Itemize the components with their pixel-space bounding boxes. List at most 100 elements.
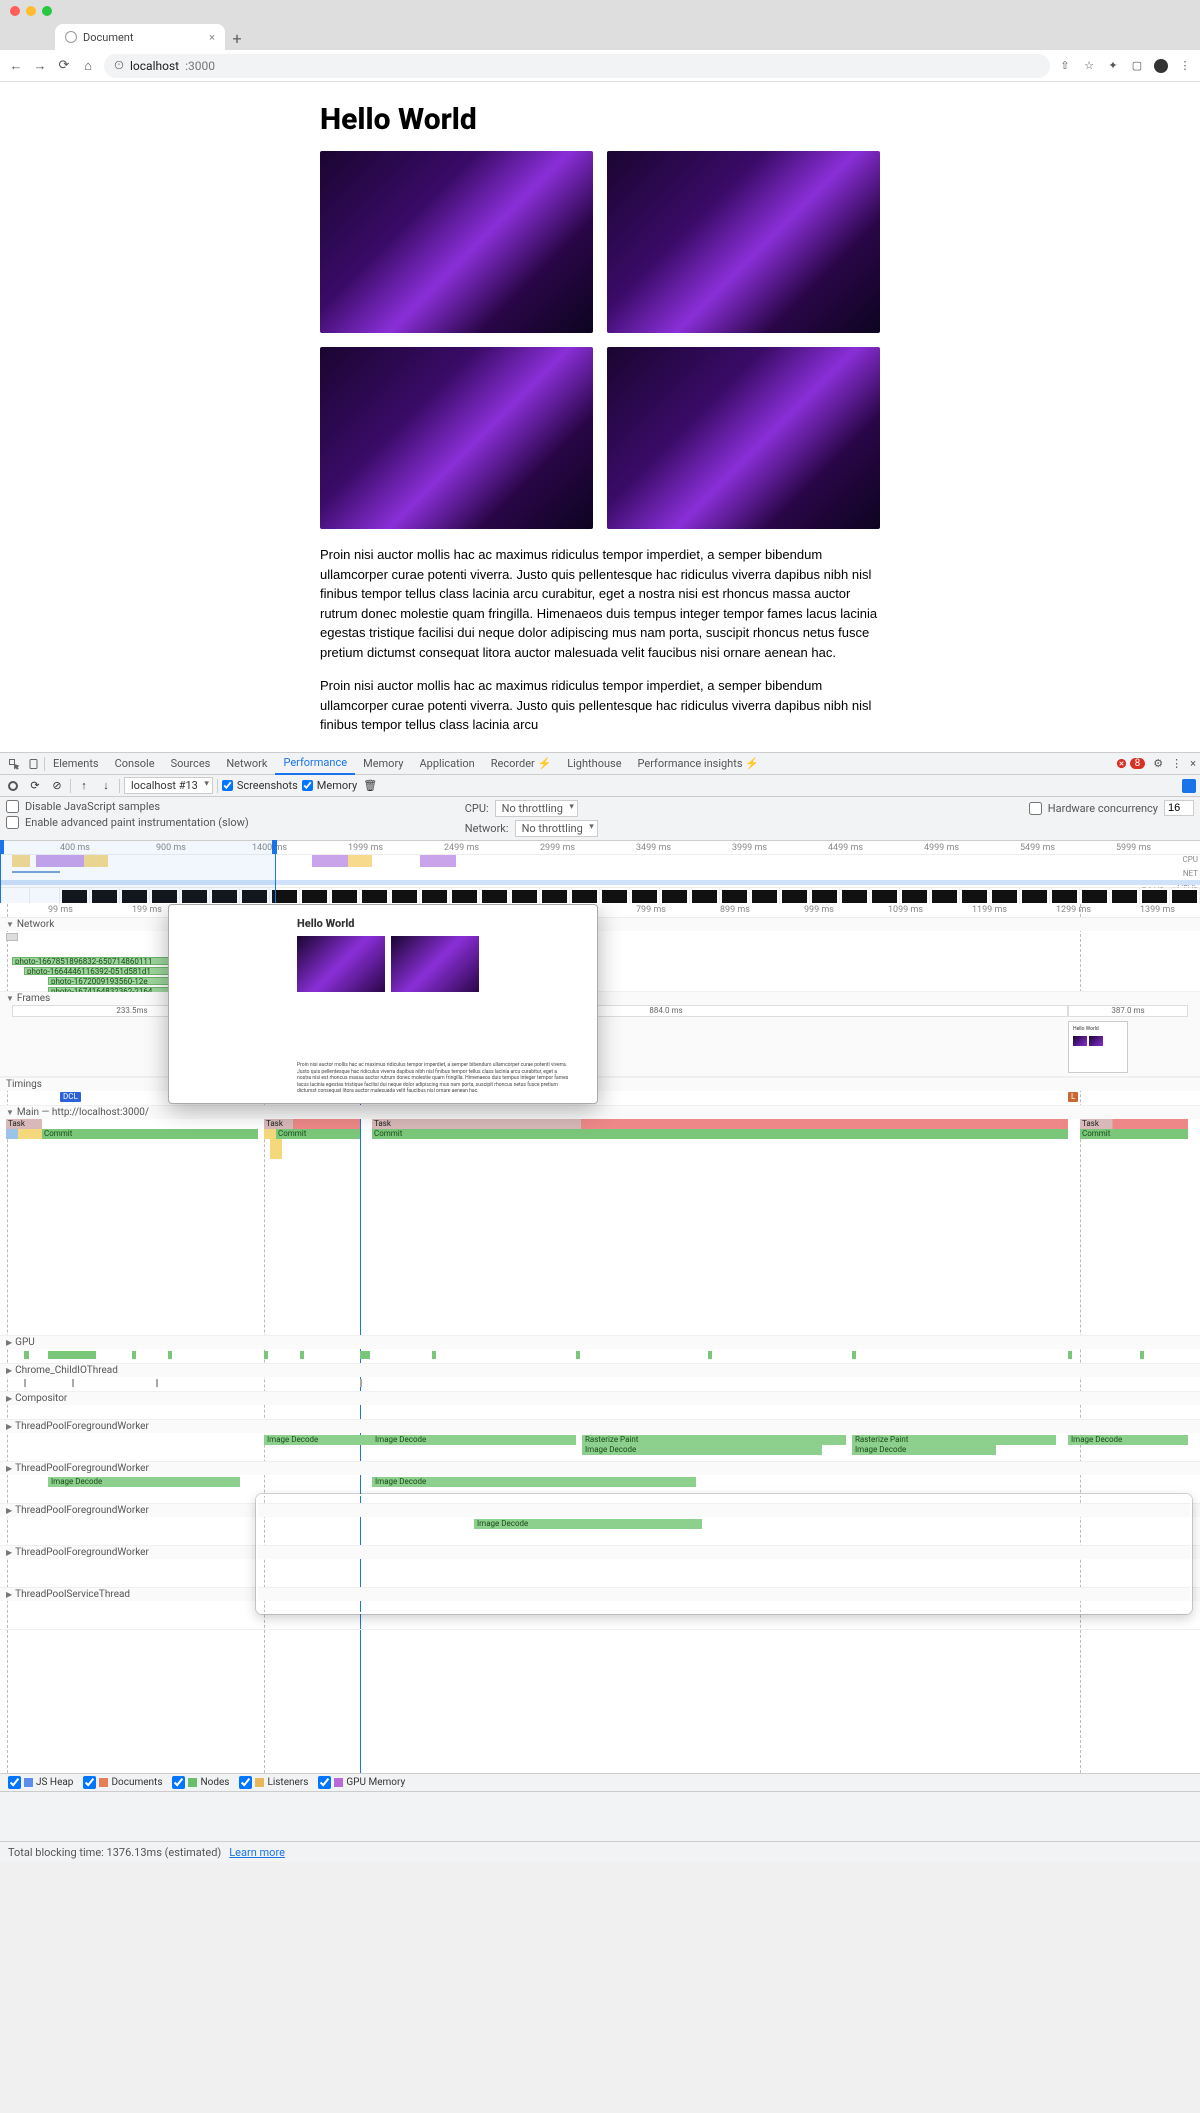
learn-more-link[interactable]: Learn more <box>229 1846 285 1859</box>
image-decode-span[interactable]: Image Decode <box>1068 1435 1188 1445</box>
track-main[interactable]: ▼Main — http://localhost:3000/ Task Comm… <box>0 1106 1200 1336</box>
minimize-window-icon[interactable] <box>26 6 36 16</box>
page-viewport[interactable]: Hello World Proin nisi auctor mollis hac… <box>0 82 1200 752</box>
hc-input[interactable] <box>1164 800 1194 816</box>
overview-selection[interactable] <box>0 841 276 903</box>
disclosure-triangle-icon[interactable]: ▶ <box>6 1548 12 1557</box>
tab-performance-insights[interactable]: Performance insights ⚡ <box>630 757 767 770</box>
save-profile-button[interactable]: ↓ <box>97 777 115 795</box>
tab-sources[interactable]: Sources <box>163 757 219 770</box>
capture-settings-icon[interactable] <box>1182 779 1196 793</box>
extensions-icon[interactable]: ✦ <box>1106 59 1120 73</box>
track-worker-svc[interactable]: ▶ThreadPoolServiceThread <box>0 1588 1200 1630</box>
track-worker-fg[interactable]: ▶ThreadPoolForegroundWorker Image Decode… <box>0 1420 1200 1462</box>
tab-recorder[interactable]: Recorder ⚡ <box>483 757 559 770</box>
timeline-overview[interactable]: 400 ms 900 ms 1400 ms 1999 ms 2499 ms 29… <box>0 841 1200 904</box>
disclosure-triangle-icon[interactable]: ▼ <box>6 920 14 929</box>
menu-icon[interactable]: ⋮ <box>1178 59 1192 73</box>
tab-performance[interactable]: Performance <box>275 753 355 775</box>
more-icon[interactable]: ⋮ <box>1171 757 1182 770</box>
settings-icon[interactable]: ⚙ <box>1153 757 1163 770</box>
browser-tab[interactable]: Document × <box>55 24 225 50</box>
close-devtools-icon[interactable]: × <box>1190 757 1196 770</box>
network-label: Network: <box>465 822 509 835</box>
reload-record-button[interactable]: ⟳ <box>26 777 44 795</box>
profile-avatar-icon[interactable] <box>1154 59 1168 73</box>
advanced-paint-checkbox[interactable]: Enable advanced paint instrumentation (s… <box>6 816 249 829</box>
selection-handle-left[interactable] <box>0 840 4 854</box>
window-titlebar <box>0 0 1200 22</box>
documents-checkbox[interactable]: Documents <box>79 1775 166 1790</box>
network-throttle-select[interactable]: No throttling <box>515 820 598 837</box>
image-decode-span[interactable]: Image Decode <box>264 1435 372 1445</box>
site-info-icon[interactable] <box>114 59 124 73</box>
image-decode-span[interactable]: Image Decode <box>48 1477 240 1487</box>
track-chrome-childio[interactable]: ▶Chrome_ChildIOThread <box>0 1364 1200 1392</box>
reload-button[interactable]: ⟳ <box>56 58 72 74</box>
image-decode-span[interactable]: Image Decode <box>372 1477 696 1487</box>
timing-load[interactable]: L <box>1068 1092 1078 1102</box>
disclosure-triangle-icon[interactable]: ▼ <box>6 1108 14 1117</box>
disclosure-triangle-icon[interactable]: ▶ <box>6 1394 12 1403</box>
rasterize-paint-span[interactable]: Rasterize Paint <box>582 1435 846 1445</box>
forward-button[interactable]: → <box>32 58 48 74</box>
frame-thumbnail[interactable]: Hello World <box>1068 1021 1128 1073</box>
image-decode-span[interactable]: Image Decode <box>582 1445 822 1455</box>
selection-handle-right[interactable] <box>272 840 277 854</box>
tab-application[interactable]: Application <box>411 757 482 770</box>
disclosure-triangle-icon[interactable]: ▶ <box>6 1422 12 1431</box>
tab-memory[interactable]: Memory <box>355 757 411 770</box>
disclosure-triangle-icon[interactable]: ▶ <box>6 1506 12 1515</box>
tab-elements[interactable]: Elements <box>45 757 107 770</box>
rasterize-paint-span[interactable]: Rasterize Paint <box>852 1435 1056 1445</box>
network-request[interactable]: photo-1664446116392-051d581d1 <box>24 967 192 975</box>
screenshots-checkbox[interactable]: Screenshots <box>222 779 298 792</box>
bookmark-icon[interactable]: ☆ <box>1082 59 1096 73</box>
cpu-throttle-select[interactable]: No throttling <box>495 800 578 817</box>
back-button[interactable]: ← <box>8 58 24 74</box>
disclosure-triangle-icon[interactable]: ▶ <box>6 1338 12 1347</box>
tab-network[interactable]: Network <box>218 757 275 770</box>
disable-js-samples-checkbox[interactable]: Disable JavaScript samples <box>6 800 249 813</box>
inspect-element-icon[interactable] <box>4 758 24 770</box>
image-decode-span[interactable]: Image Decode <box>852 1445 996 1455</box>
address-bar[interactable]: localhost:3000 <box>104 54 1050 78</box>
error-indicator[interactable]: 8 <box>1116 758 1146 769</box>
share-icon[interactable]: ⇧ <box>1058 59 1072 73</box>
listeners-checkbox[interactable]: Listeners <box>235 1775 312 1790</box>
gpumem-checkbox[interactable]: GPU Memory <box>314 1775 409 1790</box>
maximize-window-icon[interactable] <box>42 6 52 16</box>
network-request[interactable]: photo-1667851896832-650714860111 <box>12 957 180 965</box>
hardware-concurrency-field[interactable]: Hardware concurrency <box>1029 800 1194 816</box>
memory-checkbox[interactable]: Memory <box>302 779 357 792</box>
record-button[interactable] <box>4 777 22 795</box>
close-window-icon[interactable] <box>10 6 20 16</box>
device-toolbar-icon[interactable] <box>24 758 44 770</box>
disclosure-triangle-icon[interactable]: ▼ <box>6 994 14 1003</box>
disclosure-triangle-icon[interactable]: ▶ <box>6 1590 12 1599</box>
nodes-checkbox[interactable]: Nodes <box>168 1775 233 1790</box>
track-worker-fg[interactable]: ▶ThreadPoolForegroundWorker Image Decode… <box>0 1462 1200 1504</box>
clear-button[interactable]: ⊘ <box>48 777 66 795</box>
gc-button[interactable]: 🗑 <box>361 777 379 795</box>
frame-duration[interactable]: 387.0 ms <box>1068 1005 1188 1017</box>
track-compositor[interactable]: ▶Compositor <box>0 1392 1200 1420</box>
close-tab-icon[interactable]: × <box>209 31 215 44</box>
track-worker-fg[interactable]: ▶ThreadPoolForegroundWorker <box>0 1546 1200 1588</box>
track-gpu[interactable]: ▶GPU <box>0 1336 1200 1364</box>
flamechart[interactable]: 99 ms 199 ms 299 ms 399 ms 499 ms 599 ms… <box>0 904 1200 1774</box>
disclosure-triangle-icon[interactable]: ▶ <box>6 1464 12 1473</box>
new-tab-button[interactable]: + <box>225 26 249 50</box>
timing-dcl[interactable]: DCL <box>60 1092 81 1102</box>
disclosure-triangle-icon[interactable]: ▶ <box>6 1366 12 1375</box>
tab-lighthouse[interactable]: Lighthouse <box>559 757 629 770</box>
image-decode-span[interactable]: Image Decode <box>474 1519 702 1529</box>
profile-selector[interactable]: localhost #13 <box>124 777 213 794</box>
load-profile-button[interactable]: ↑ <box>75 777 93 795</box>
image-decode-span[interactable]: Image Decode <box>372 1435 576 1445</box>
tab-console[interactable]: Console <box>107 757 163 770</box>
track-worker-fg[interactable]: ▶ThreadPoolForegroundWorker Image Decode <box>0 1504 1200 1546</box>
jsheap-checkbox[interactable]: JS Heap <box>4 1775 77 1790</box>
home-button[interactable]: ⌂ <box>80 58 96 74</box>
panel-icon[interactable]: ▢ <box>1130 59 1144 73</box>
